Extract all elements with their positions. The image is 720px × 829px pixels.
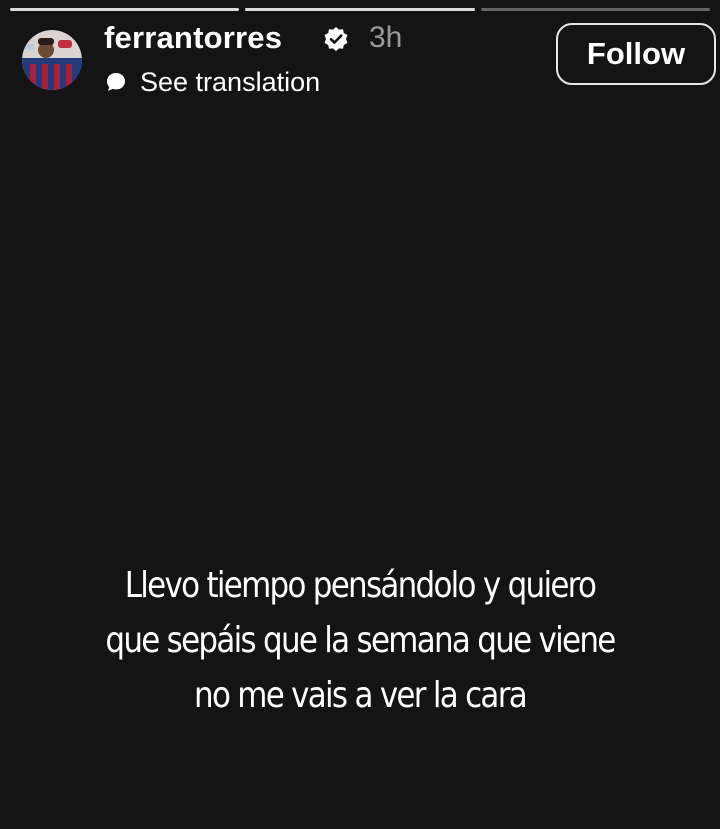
avatar-photo-icon (22, 30, 82, 90)
verified-badge-icon (323, 26, 349, 52)
story-progress-bar (10, 8, 710, 11)
story-text: Llevo tiempo pensándolo y quiero que sep… (85, 558, 635, 723)
story-viewer[interactable]: ferrantorres 3h See translation Follow L… (0, 0, 720, 829)
progress-segment (245, 8, 475, 11)
progress-segment (480, 8, 710, 11)
see-translation-label: See translation (140, 67, 321, 97)
follow-button[interactable]: Follow (556, 23, 716, 85)
story-text-line: no me vais a ver la cara (194, 675, 528, 716)
story-text-line: Llevo tiempo pensándolo y quiero (124, 565, 597, 606)
post-timestamp: 3h (369, 21, 403, 54)
story-text-line: que sepáis que la semana que viene (105, 620, 616, 661)
progress-segment (10, 8, 240, 11)
speech-bubble-icon (104, 70, 128, 94)
avatar[interactable] (22, 30, 82, 90)
username[interactable]: ferrantorres (104, 18, 282, 58)
see-translation-link[interactable]: See translation (104, 62, 320, 102)
